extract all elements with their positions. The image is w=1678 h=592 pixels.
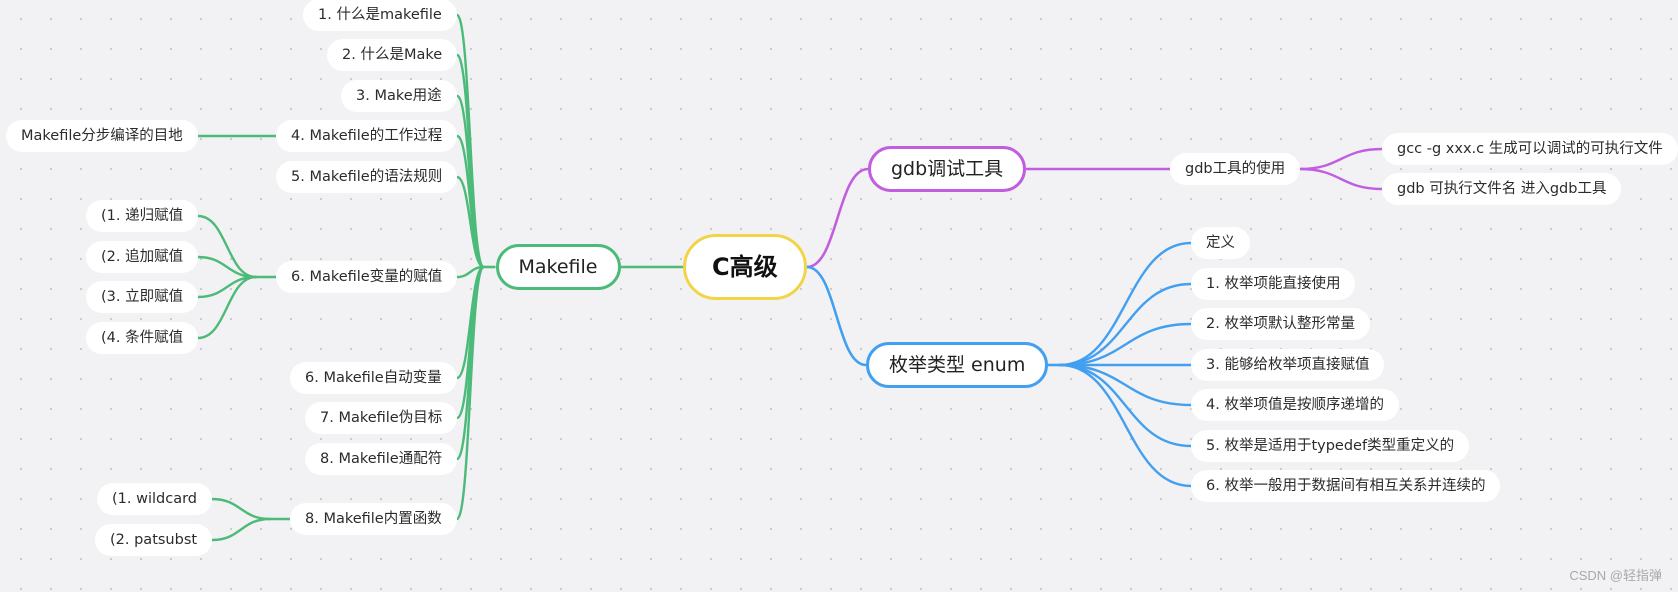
connector-makefile-mk10: [455, 265, 485, 521]
root-topic[interactable]: C高级: [683, 234, 807, 300]
topic-enum-direct-use[interactable]: 1. 枚举项能直接使用: [1191, 268, 1356, 300]
branch-makefile[interactable]: Makefile: [495, 244, 621, 290]
topic-makefile-work-process[interactable]: 4. Makefile的工作过程: [276, 120, 458, 152]
topic-makefile-variable-assignment[interactable]: 6. Makefile变量的赋值: [276, 261, 458, 293]
subtopic-append-assignment[interactable]: (2. 追加赋值: [86, 241, 199, 273]
topic-what-is-make[interactable]: 2. 什么是Make: [327, 39, 458, 71]
topic-makefile-builtin-functions[interactable]: 8. Makefile内置函数: [290, 503, 457, 535]
subtopic-immediate-assignment[interactable]: (3. 立即赋值: [86, 281, 199, 313]
connector-enum-en6: [1058, 363, 1193, 488]
subtopic-gdb-enter[interactable]: gdb 可执行文件名 进入gdb工具: [1382, 173, 1622, 205]
connector-enum-en4: [1058, 363, 1193, 407]
topic-enum-int-constant[interactable]: 2. 枚举项默认整形常量: [1191, 308, 1370, 340]
connector-gdb1-gdb1a: [1298, 147, 1384, 171]
topic-what-is-makefile[interactable]: 1. 什么是makefile: [303, 0, 457, 31]
connector-mk10-mk10a: [210, 497, 272, 521]
connector-gdb1-gdb1b: [1298, 167, 1384, 191]
subtopic-step-compile-purpose[interactable]: Makefile分步编译的目地: [6, 120, 198, 152]
topic-enum-assign-value[interactable]: 3. 能够给枚举项直接赋值: [1191, 349, 1385, 381]
topic-enum-definition[interactable]: 定义: [1191, 227, 1250, 259]
topic-makefile-phony-target[interactable]: 7. Makefile伪目标: [305, 402, 458, 434]
subtopic-patsubst[interactable]: (2. patsubst: [95, 524, 213, 556]
connector-enum-en5: [1058, 363, 1193, 448]
subtopic-recursive-assignment[interactable]: (1. 递归赋值: [86, 200, 199, 232]
topic-makefile-auto-variables[interactable]: 6. Makefile自动变量: [290, 362, 457, 394]
watermark: CSDN @轻指弹: [1569, 568, 1662, 583]
connector-enum-en0: [1058, 241, 1193, 367]
connector-root-enum: [805, 265, 868, 367]
branch-gdb[interactable]: gdb调试工具: [868, 146, 1027, 192]
connector-makefile-mk2: [455, 53, 485, 269]
topic-enum-related-data[interactable]: 6. 枚举一般用于数据间有相互关系并连续的: [1191, 470, 1501, 502]
branch-enum[interactable]: 枚举类型 enum: [866, 342, 1049, 388]
topic-enum-typedef[interactable]: 5. 枚举是适用于typedef类型重定义的: [1191, 430, 1470, 462]
subtopic-gcc-g-compile[interactable]: gcc -g xxx.c 生成可以调试的可执行文件: [1382, 133, 1678, 165]
connector-enum-en2: [1058, 322, 1193, 367]
subtopic-wildcard[interactable]: (1. wildcard: [97, 483, 212, 515]
connector-makefile-mk9: [455, 265, 485, 461]
subtopic-conditional-assignment[interactable]: (4. 条件赋值: [86, 322, 199, 354]
connector-root-gdb: [805, 167, 870, 269]
connector-mk10-mk10b: [210, 517, 272, 542]
topic-gdb-usage[interactable]: gdb工具的使用: [1170, 153, 1301, 185]
topic-make-usage[interactable]: 3. Make用途: [341, 80, 457, 112]
topic-enum-increment[interactable]: 4. 枚举项值是按顺序递增的: [1191, 389, 1399, 421]
connector-layer: [196, 13, 1384, 542]
topic-makefile-syntax-rules[interactable]: 5. Makefile的语法规则: [276, 161, 458, 193]
topic-makefile-wildcards[interactable]: 8. Makefile通配符: [305, 443, 458, 475]
